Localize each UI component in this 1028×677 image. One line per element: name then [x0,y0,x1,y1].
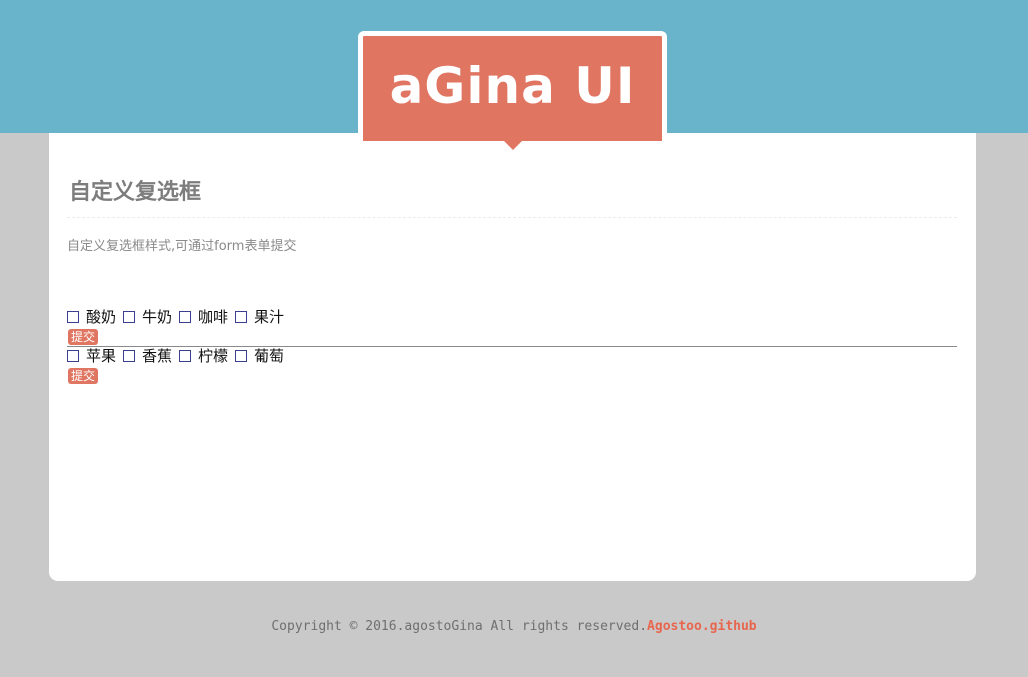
footer-copyright: Copyright © 2016.agostoGina All rights r… [271,619,648,634]
checkbox-box[interactable] [179,350,192,362]
checkbox-box[interactable] [123,311,136,323]
submit-button[interactable]: 提交 [68,368,99,384]
submit-button[interactable]: 提交 [68,329,99,345]
checkbox-label: 香蕉 [142,347,173,365]
footer: Copyright © 2016.agostoGina All rights r… [0,617,1028,637]
logo-text: aGina UI [389,57,636,115]
page-description: 自定义复选框样式,可通过form表单提交 [67,239,297,254]
checkbox-option[interactable]: 酸奶 [67,307,116,327]
checkbox-box[interactable] [67,311,79,323]
logo-pointer-arrow [500,137,526,150]
checkbox-option[interactable]: 香蕉 [123,346,172,366]
checkbox-label: 酸奶 [86,308,117,326]
checkbox-box[interactable] [179,311,192,323]
checkbox-option[interactable]: 咖啡 [179,307,228,327]
footer-github-link[interactable]: Agostoo.github [647,619,757,634]
checkbox-label: 咖啡 [198,308,229,326]
checkbox-box[interactable] [235,311,248,323]
checkbox-label: 葡萄 [254,347,285,365]
checkbox-option[interactable]: 果汁 [235,307,284,327]
checkbox-label: 牛奶 [142,308,173,326]
brand-logo: aGina UI [358,31,667,141]
page-title: 自定义复选框 [69,179,202,205]
checkbox-option[interactable]: 葡萄 [235,346,284,366]
checkbox-label: 果汁 [254,308,285,326]
checkbox-box[interactable] [123,350,136,362]
checkbox-option[interactable]: 柠檬 [179,346,228,366]
content-card: 自定义复选框 自定义复选框样式,可通过form表单提交 酸奶 牛奶 咖啡 果汁 … [49,133,976,581]
checkbox-box[interactable] [67,350,79,362]
checkbox-label: 柠檬 [198,347,229,365]
checkbox-form-fruits: 苹果 香蕉 柠檬 葡萄 [67,346,291,366]
checkbox-form-drinks: 酸奶 牛奶 咖啡 果汁 [67,307,291,327]
checkbox-label: 苹果 [86,347,117,365]
checkbox-option[interactable]: 牛奶 [123,307,172,327]
title-divider [67,217,957,218]
checkbox-option[interactable]: 苹果 [67,346,116,366]
checkbox-box[interactable] [235,350,248,362]
